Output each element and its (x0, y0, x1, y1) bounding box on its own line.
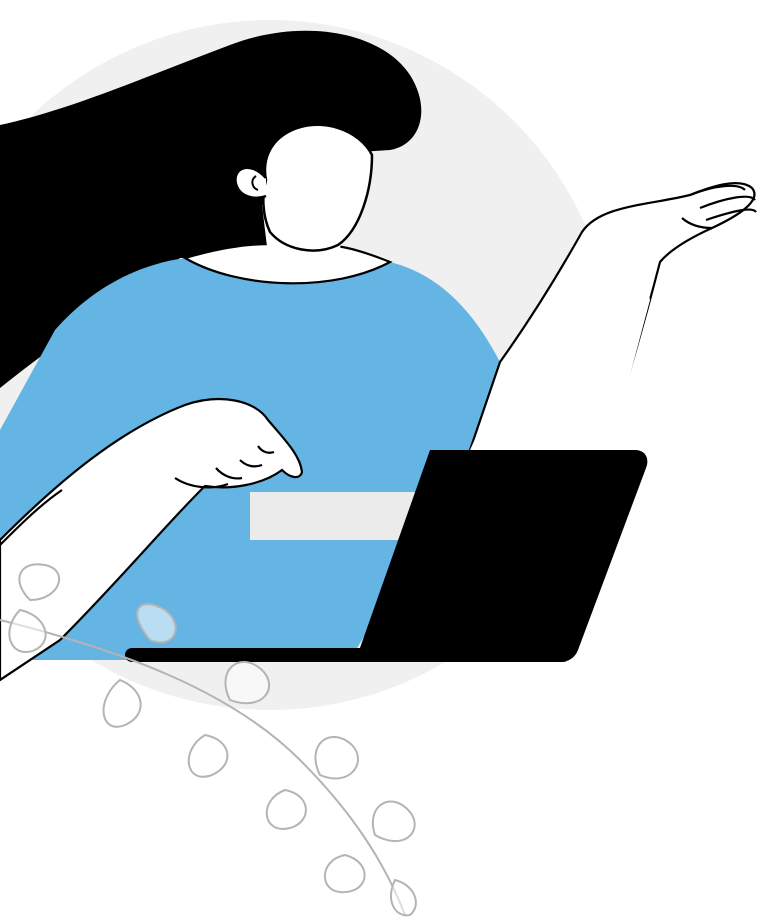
leaf-11 (390, 878, 417, 917)
leaf-8 (265, 788, 307, 830)
leaf-6 (187, 733, 229, 778)
person-with-laptop-illustration (0, 20, 757, 917)
desk-card (250, 492, 425, 540)
leaf-10 (323, 853, 366, 894)
laptop-base (125, 648, 570, 662)
leaf-7 (314, 735, 359, 780)
leaf-4 (102, 678, 142, 728)
leaf-9 (372, 800, 416, 842)
